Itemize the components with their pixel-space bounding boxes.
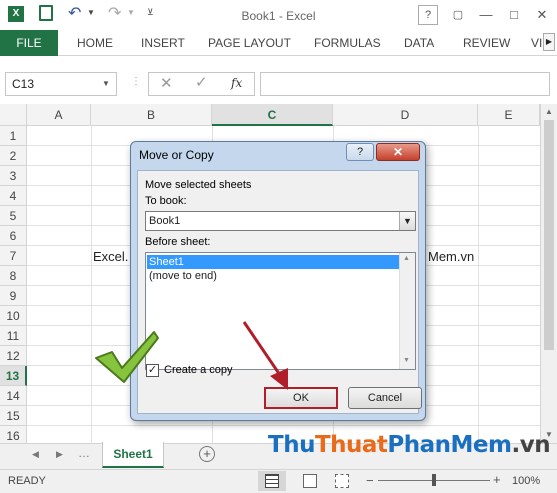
- scroll-thumb[interactable]: [544, 120, 554, 350]
- list-item-move-to-end[interactable]: (move to end): [147, 269, 399, 283]
- tab-page-layout[interactable]: PAGE LAYOUT: [208, 30, 291, 56]
- move-selected-label: Move selected sheets: [145, 179, 252, 191]
- watermark-part: PhanMem: [387, 432, 512, 458]
- sheet-next-icon[interactable]: ▶: [56, 449, 63, 460]
- row-header[interactable]: 5: [0, 206, 27, 226]
- cell-b7[interactable]: Excel.: [93, 249, 128, 264]
- normal-view-icon: [265, 474, 279, 488]
- checkmark-annotation-icon: [95, 331, 159, 383]
- row-header[interactable]: 16: [0, 426, 27, 443]
- name-box-value: C13: [12, 77, 35, 91]
- to-book-select[interactable]: Book1 ▼: [145, 211, 416, 231]
- sheet-tab-sheet1[interactable]: Sheet1: [102, 442, 164, 468]
- column-header-a[interactable]: A: [27, 104, 91, 126]
- scroll-down-icon[interactable]: ▼: [403, 357, 410, 364]
- list-item-sheet1[interactable]: Sheet1: [147, 255, 399, 269]
- red-arrow-annotation-icon: [242, 321, 288, 390]
- formula-bar-grip-icon: ⋮: [131, 76, 141, 87]
- column-header-b[interactable]: B: [91, 104, 212, 126]
- dialog-help-button[interactable]: ?: [346, 143, 374, 161]
- watermark-part: .vn: [511, 432, 551, 458]
- help-button[interactable]: ?: [418, 5, 438, 25]
- list-scrollbar[interactable]: ▲ ▼: [399, 253, 415, 369]
- column-header-d[interactable]: D: [333, 104, 478, 126]
- column-header-e[interactable]: E: [478, 104, 540, 126]
- insert-function-icon[interactable]: fx: [231, 76, 242, 90]
- tab-view[interactable]: VI: [531, 30, 542, 56]
- name-box-dropdown-icon[interactable]: ▼: [102, 79, 110, 88]
- to-book-label: To book:: [145, 195, 187, 207]
- page-layout-view-icon[interactable]: [303, 474, 317, 488]
- tab-home[interactable]: HOME: [77, 30, 113, 56]
- row-header[interactable]: 7: [0, 246, 27, 266]
- ribbon-scroll-icon[interactable]: ▶: [543, 33, 555, 51]
- chevron-down-icon[interactable]: ▼: [399, 212, 415, 230]
- dialog-close-button[interactable]: ✕: [376, 143, 420, 161]
- minimize-button[interactable]: —: [473, 4, 499, 26]
- grid-line: [27, 425, 540, 426]
- row-header[interactable]: 9: [0, 286, 27, 306]
- cancel-formula-icon[interactable]: ✕: [160, 74, 173, 92]
- sheet-prev-icon[interactable]: ◀: [32, 449, 39, 460]
- add-sheet-icon[interactable]: +: [199, 446, 215, 462]
- zoom-out-button[interactable]: −: [366, 473, 374, 488]
- watermark-part: Thu: [268, 432, 315, 458]
- column-header-c[interactable]: C: [212, 104, 333, 126]
- zoom-level[interactable]: 100%: [512, 475, 540, 487]
- tab-formulas[interactable]: FORMULAS: [314, 30, 381, 56]
- close-window-button[interactable]: ✕: [529, 4, 555, 26]
- create-copy-label[interactable]: Create a copy: [164, 364, 232, 376]
- scroll-up-icon[interactable]: ▲: [403, 255, 410, 262]
- row-header[interactable]: 12: [0, 346, 27, 366]
- enter-formula-icon[interactable]: ✓: [195, 73, 208, 91]
- row-header[interactable]: 4: [0, 186, 27, 206]
- name-box[interactable]: C13: [5, 72, 117, 96]
- tab-review[interactable]: REVIEW: [463, 30, 510, 56]
- status-text: READY: [8, 475, 46, 487]
- before-sheet-label: Before sheet:: [145, 236, 211, 248]
- select-all-corner[interactable]: [0, 104, 27, 126]
- tab-insert[interactable]: INSERT: [141, 30, 185, 56]
- page-break-view-icon[interactable]: [335, 474, 349, 488]
- row-header[interactable]: 3: [0, 166, 27, 186]
- formula-input[interactable]: [260, 72, 550, 96]
- row-header[interactable]: 2: [0, 146, 27, 166]
- watermark-part: Thuat: [314, 432, 388, 458]
- row-header[interactable]: 14: [0, 386, 27, 406]
- cell-d7[interactable]: Mem.vn: [428, 249, 474, 264]
- ribbon-display-button[interactable]: ▢: [445, 4, 471, 26]
- scroll-up-icon[interactable]: ▲: [545, 107, 553, 116]
- dialog-title: Move or Copy: [139, 148, 214, 162]
- tab-file[interactable]: FILE: [0, 30, 58, 56]
- arrow-shaft: [242, 321, 284, 379]
- zoom-in-button[interactable]: +: [493, 472, 501, 487]
- tab-data[interactable]: DATA: [404, 30, 434, 56]
- zoom-slider-thumb[interactable]: [432, 474, 436, 486]
- vertical-scrollbar[interactable]: ▲ ▼: [540, 104, 557, 443]
- watermark-logo: ThuThuatPhanMem.vn: [268, 432, 551, 458]
- row-header[interactable]: 10: [0, 306, 27, 326]
- row-header[interactable]: 6: [0, 226, 27, 246]
- row-header[interactable]: 11: [0, 326, 27, 346]
- row-header[interactable]: 1: [0, 126, 27, 146]
- maximize-button[interactable]: □: [501, 4, 527, 26]
- sheet-more-icon[interactable]: …: [78, 446, 90, 460]
- row-header[interactable]: 8: [0, 266, 27, 286]
- to-book-value: Book1: [149, 215, 181, 227]
- checkmark-shape: [95, 331, 159, 383]
- cancel-button[interactable]: Cancel: [348, 387, 422, 409]
- row-header[interactable]: 15: [0, 406, 27, 426]
- row-header-selected[interactable]: 13: [0, 366, 27, 386]
